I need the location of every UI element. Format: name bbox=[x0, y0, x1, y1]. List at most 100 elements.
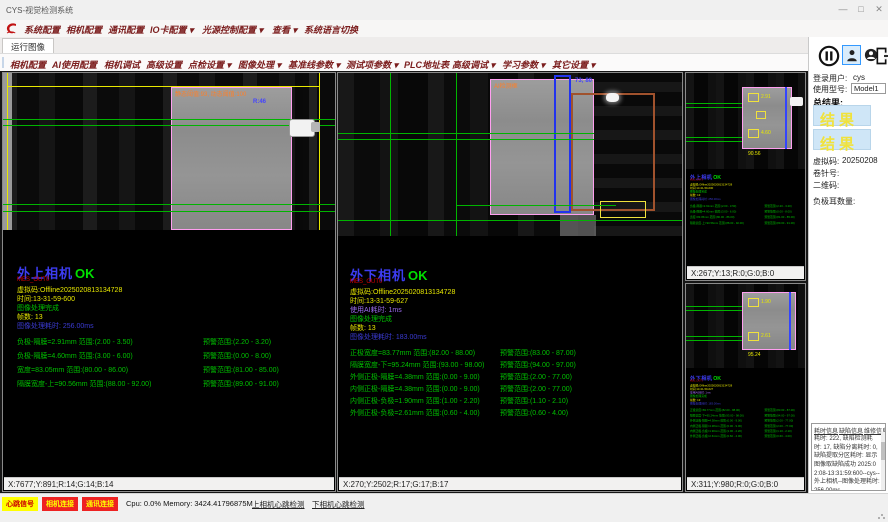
menu-item-system-config[interactable]: 系统配置 bbox=[24, 23, 60, 36]
upper-camera-heartbeat-link[interactable]: 上相机心跳检测 bbox=[252, 499, 305, 510]
menu-bar: 系统配置 相机配置 通讯配置 IO卡配置 ▾ 光源控制配置 ▾ 查看 ▾ 系统语… bbox=[0, 20, 888, 38]
result-ok-text: OK bbox=[713, 174, 721, 180]
tool-ai-config[interactable]: AI使用配置 bbox=[52, 58, 97, 71]
mes-status-text: MES_OUT0 bbox=[690, 179, 703, 181]
blue-guide-vline bbox=[785, 87, 787, 149]
brown-detect-box bbox=[571, 93, 655, 211]
menu-item-camera-config[interactable]: 相机配置 bbox=[66, 23, 102, 36]
tool-test-params[interactable]: 测试项参数 ▾ bbox=[346, 58, 398, 71]
app-window: CYS-视觉检测系统 — □ ✕ 系统配置 相机配置 通讯配置 IO卡配置 ▾ … bbox=[0, 0, 888, 522]
measurement-value: 外侧正极-隔膜=4.38mm 范围:(0.00 - 9.00) bbox=[350, 374, 480, 381]
user-mode-button[interactable] bbox=[842, 45, 861, 65]
threshold-overlay-label: 静态阈值:93, 动态阈值:100 bbox=[175, 89, 246, 98]
mini-upper-image[interactable]: 2.91 4.60 90.56 bbox=[686, 73, 805, 169]
log-box: 耗时信息 缺陷信息 维修信息 耗时: 222, 缺陷检测耗时: 17, 缺陷分离… bbox=[811, 423, 886, 491]
menu-item-comm-config[interactable]: 通讯配置 bbox=[108, 23, 144, 36]
title-bar: CYS-视觉检测系统 — □ ✕ bbox=[0, 0, 888, 20]
maximize-button[interactable]: □ bbox=[854, 4, 868, 14]
tab-count-label: 负极耳数量: bbox=[813, 196, 855, 207]
main-area: 静态阈值:93, 动态阈值:100 R:46 外上相机OK MES_OUT0 虚… bbox=[0, 71, 808, 493]
green-measure-line bbox=[456, 205, 616, 206]
connector-end-cap bbox=[311, 122, 320, 132]
yellow-marker-box bbox=[748, 129, 759, 138]
menu-item-light-config[interactable]: 光源控制配置 ▾ bbox=[202, 23, 263, 36]
upper-result-box: 结果 bbox=[813, 105, 871, 126]
pixel-coords-bar: X:311;Y:980;R:0;G:0;B:0 bbox=[687, 477, 804, 490]
minimize-button[interactable]: — bbox=[836, 4, 850, 14]
yellow-marker-box bbox=[756, 111, 766, 119]
yellow-marker-box bbox=[748, 332, 759, 341]
measurement-row: 隔膜宽度-下=95.24mm 范围:(93.00 - 98.00)预警范围:(9… bbox=[350, 360, 676, 370]
measurement-value: 外侧正极-负极=2.61mm 范围:(0.60 - 4.00) bbox=[350, 410, 480, 417]
yellow-marker-box bbox=[748, 298, 759, 307]
marker-label: 2.91 bbox=[761, 94, 771, 100]
yellow-detect-box bbox=[600, 201, 646, 218]
user-icon bbox=[846, 49, 858, 62]
comm-connect-badge: 通讯连接 bbox=[82, 497, 118, 511]
tool-advanced-config[interactable]: 高级设置 bbox=[146, 58, 182, 71]
tool-plc-address[interactable]: PLC地址表 bbox=[404, 58, 449, 71]
warn-range: 预警范围:(94.00 - 97.00) bbox=[500, 360, 576, 370]
measurement-row: 内侧正极-隔膜=4.38mm 范围:(0.00 - 9.00)预警范围:(2.0… bbox=[350, 384, 676, 394]
tool-learning-params[interactable]: 学习参数 ▾ bbox=[502, 58, 545, 71]
measurement-row: 外侧正极-负极=2.61mm 范围:(0.60 - 4.00)预警范围:(0.6… bbox=[350, 408, 676, 418]
result-ok-text: OK bbox=[408, 268, 428, 283]
mini-upper-camera-panel: 2.91 4.60 90.56 外上相机OK MES_OUT0 虚拟码:Offl… bbox=[685, 72, 806, 281]
measurement-row: 负极-隔膜=4.60mm 范围:(3.00 - 6.00)预警范围:(0.00 … bbox=[17, 351, 329, 361]
pause-button[interactable] bbox=[815, 42, 842, 69]
warn-range: 预警范围:(83.00 - 87.00) bbox=[500, 348, 576, 358]
tool-spot-check[interactable]: 点检设置 ▾ bbox=[188, 58, 231, 71]
mini-lower-image[interactable]: 1.90 2.61 95.24 bbox=[686, 284, 805, 368]
close-button[interactable]: ✕ bbox=[872, 4, 886, 15]
toolbar: 相机配置 AI使用配置 相机调试 高级设置 点检设置 ▾ 图像处理 ▾ 基准线参… bbox=[0, 53, 808, 73]
tool-camera-debug[interactable]: 相机调试 bbox=[104, 58, 140, 71]
white-connector-tab bbox=[790, 97, 803, 106]
white-highlight-blob bbox=[606, 93, 619, 102]
app-logo-icon bbox=[4, 21, 19, 36]
log-scrollbar-thumb[interactable] bbox=[881, 442, 885, 460]
elapsed-line: 图像处理耗时: 256.00ms bbox=[17, 321, 94, 331]
exit-button[interactable] bbox=[870, 42, 888, 69]
log-text: 耗时: 222, 缺陷检测耗时: 17, 缺陷分离耗时: 0, 缺陷提取分区耗时… bbox=[814, 435, 880, 491]
lower-camera-heartbeat-link[interactable]: 下相机心跳检测 bbox=[312, 499, 365, 510]
ai-box-overlay-label: AI检测框 bbox=[494, 81, 518, 90]
result-ok-text: OK bbox=[713, 375, 721, 381]
measurement-value: 宽度=83.05mm 范围:(80.00 - 86.00) bbox=[17, 367, 128, 374]
tool-camera-config[interactable]: 相机配置 bbox=[10, 58, 46, 71]
middle-camera-panel: AI检测框 73; 80 外下相机OK MES_OUT0 虚拟码:Offline… bbox=[337, 72, 683, 492]
sidebar: 登录用户: cys 使用型号: Model1 总结果: 结果 结果 虚拟码: 2… bbox=[808, 37, 888, 493]
elapsed-line: 图像处理耗时: 183.00ms bbox=[690, 402, 721, 406]
left-camera-image[interactable]: 静态阈值:93, 动态阈值:100 R:46 bbox=[3, 73, 335, 230]
r-value-overlay-label: R:46 bbox=[253, 99, 266, 105]
green-measure-line bbox=[3, 125, 335, 126]
middle-camera-image[interactable]: AI检测框 73; 80 bbox=[338, 73, 682, 236]
warn-range: 预警范围:(81.00 - 85.00) bbox=[203, 365, 279, 375]
measurement-value: 正极宽度=83.77mm 范围:(82.00 - 88.00) bbox=[350, 350, 475, 357]
measurement-row: 外侧正极-隔膜=4.38mm 范围:(0.00 - 9.00)预警范围:(2.0… bbox=[350, 372, 676, 382]
menu-item-view[interactable]: 查看 ▾ bbox=[272, 23, 297, 36]
measurement-row: 正极宽度=83.77mm 范围:(82.00 - 88.00) 预警范围:(83.… bbox=[350, 348, 676, 358]
warn-range: 预警范围:(89.00 - 91.00) bbox=[203, 379, 279, 389]
tool-image-process[interactable]: 图像处理 ▾ bbox=[238, 58, 281, 71]
menu-item-io-config[interactable]: IO卡配置 ▾ bbox=[150, 23, 194, 36]
warn-range: 预警范围:(1.10 - 2.10) bbox=[500, 396, 568, 406]
tool-other-settings[interactable]: 其它设置 ▾ bbox=[552, 58, 595, 71]
mini-result-text: 外上相机OK MES_OUT0 虚拟码:Offline2025020813134… bbox=[690, 173, 804, 267]
log-tab-defect[interactable]: 缺陷信息 bbox=[839, 426, 863, 435]
log-scrollbar[interactable] bbox=[881, 432, 885, 490]
tool-baseline-params[interactable]: 基准线参数 ▾ bbox=[288, 58, 340, 71]
tool-advanced-debug[interactable]: 高级调试 ▾ bbox=[452, 58, 495, 71]
menu-item-language-switch[interactable]: 系统语言切换 bbox=[304, 23, 358, 36]
product-region-box bbox=[171, 87, 292, 230]
blue-overlay-label: 73; 80 bbox=[575, 78, 592, 84]
model-select[interactable]: Model1 bbox=[851, 83, 886, 94]
pause-icon bbox=[818, 45, 840, 67]
model-label: 使用型号: bbox=[813, 84, 847, 95]
pixel-coords-bar: X:267;Y:13;R:0;G:0;B:0 bbox=[687, 266, 804, 279]
mes-status-text: MES_OUT0 bbox=[690, 380, 703, 382]
measurement-value: 负极-隔膜=2.91mm 范围:(2.00 - 3.50) bbox=[17, 339, 133, 346]
measurement-value: 内侧正极-负极=1.90mm 范围:(1.00 - 2.20) bbox=[350, 398, 480, 405]
resize-grip[interactable] bbox=[878, 512, 885, 519]
log-tab-timing[interactable]: 耗时信息 bbox=[814, 426, 838, 435]
green-measure-line bbox=[338, 220, 682, 221]
